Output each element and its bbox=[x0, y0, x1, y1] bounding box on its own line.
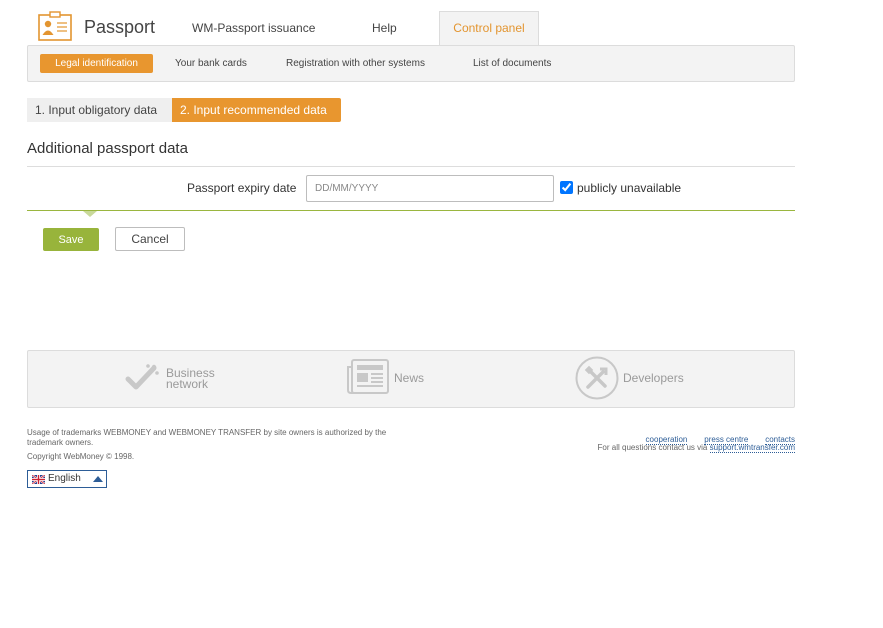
subnav-item-legal-identification[interactable]: Legal identification bbox=[40, 54, 153, 73]
trademark-notice: Usage of trademarks WEBMONEY and WEBMONE… bbox=[27, 428, 387, 447]
subnav-item-bank-cards[interactable]: Your bank cards bbox=[175, 58, 247, 69]
step-recommended-data[interactable]: 2. Input recommended data bbox=[172, 98, 341, 122]
publicly-unavailable-label[interactable]: publicly unavailable bbox=[577, 181, 681, 195]
tab-wm-passport-issuance[interactable]: WM-Passport issuance bbox=[192, 21, 315, 35]
publicly-unavailable-checkbox[interactable] bbox=[560, 181, 573, 194]
language-label: English bbox=[48, 473, 81, 484]
support-link[interactable]: support.wmtransfer.com bbox=[709, 443, 795, 453]
subnav-item-list-of-documents[interactable]: List of documents bbox=[473, 58, 551, 69]
save-button[interactable]: Save bbox=[43, 228, 99, 251]
divider bbox=[27, 166, 795, 167]
developers-icon bbox=[575, 356, 619, 400]
copyright-text: Copyright WebMoney © 1998. bbox=[27, 452, 135, 461]
app-title: Passport bbox=[84, 17, 156, 37]
section-title: Additional passport data bbox=[27, 140, 188, 157]
cancel-button[interactable]: Cancel bbox=[115, 227, 185, 251]
news-label: News bbox=[394, 371, 425, 385]
developers-label: Developers bbox=[623, 371, 684, 385]
step-obligatory-data[interactable]: 1. Input obligatory data bbox=[27, 98, 173, 122]
passport-expiry-label: Passport expiry date bbox=[187, 181, 297, 195]
contact-line: For all questions contact us via support… bbox=[597, 443, 795, 453]
caret-up-icon bbox=[93, 476, 103, 482]
tab-help[interactable]: Help bbox=[372, 21, 397, 35]
contact-prefix: For all questions contact us via bbox=[597, 443, 708, 452]
business-label-line2: network bbox=[166, 377, 209, 391]
tab-control-panel[interactable]: Control panel bbox=[439, 11, 539, 45]
language-selector[interactable]: English bbox=[27, 470, 107, 488]
passport-logo-icon bbox=[38, 11, 72, 41]
news-icon bbox=[347, 359, 389, 394]
form-divider bbox=[27, 210, 795, 211]
subnav-item-registration-other-systems[interactable]: Registration with other systems bbox=[286, 58, 425, 69]
uk-flag-icon bbox=[32, 475, 45, 484]
divider-pointer bbox=[83, 211, 97, 217]
business-network-icon bbox=[125, 364, 159, 390]
passport-expiry-date-input[interactable] bbox=[306, 175, 554, 202]
